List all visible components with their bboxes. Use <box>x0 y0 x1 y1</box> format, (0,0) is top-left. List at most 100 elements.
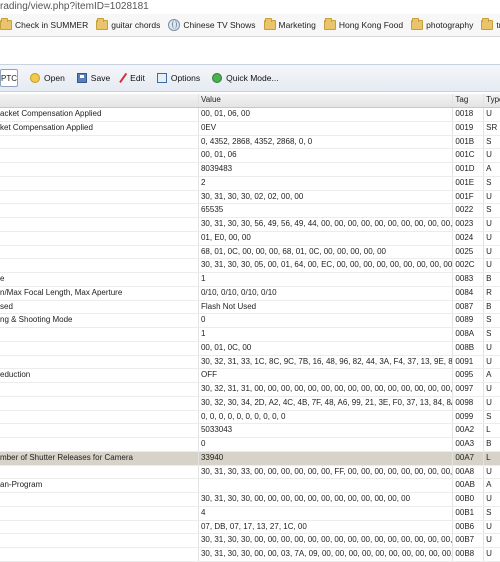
table-row[interactable]: n/Max Focal Length, Max Aperture 0/10, 0/… <box>0 286 500 301</box>
table-row[interactable]: 00, 01, 06 001C U <box>0 149 500 163</box>
cell-type: R <box>486 287 492 297</box>
table-row[interactable]: 30, 31, 30, 33, 00, 00, 00, 00, 00, 00, … <box>0 465 500 480</box>
header-type[interactable]: Type <box>484 94 500 107</box>
cell-value: OFF <box>199 369 454 382</box>
table-row[interactable]: ket Compensation Applied 0EV 0019 SR <box>0 121 500 136</box>
cell-value: 1 <box>199 273 454 286</box>
table-row[interactable]: 01, E0, 00, 00 0024 U <box>0 231 500 246</box>
cell-value: 0EV <box>199 121 454 135</box>
table-row[interactable]: 0, 0, 0, 0, 0, 0, 0, 0, 0, 0 0099 S <box>0 410 500 425</box>
cell-tag: 00B8 <box>453 548 485 561</box>
cell-tag: 0019 <box>453 121 485 135</box>
folder-icon <box>0 18 12 30</box>
address-bar[interactable]: rading/view.php?itemID=1028181 <box>0 0 500 14</box>
folder-icon <box>263 18 276 30</box>
cell-value <box>199 479 454 492</box>
table-row[interactable]: 30, 31, 30, 30, 00, 00, 00, 00, 00, 00, … <box>0 534 500 548</box>
bookmark-label: Hong Kong Food <box>338 20 404 30</box>
table-row[interactable]: 30, 32, 30, 34, 2D, A2, 4C, 4B, 7F, 48, … <box>0 396 500 411</box>
table-row[interactable]: 30, 31, 30, 30, 00, 00, 03, 7A, 09, 00, … <box>0 548 500 562</box>
cell-name <box>0 548 199 561</box>
cell-type: B <box>486 301 492 311</box>
cell-tag: 0095 <box>453 369 485 382</box>
table-row[interactable]: 65535 0022 S <box>0 204 500 218</box>
cell-type: S <box>486 329 492 338</box>
cell-type: U <box>486 356 492 366</box>
table-row[interactable]: 5033043 00A2 L <box>0 424 500 438</box>
quick-mode-button[interactable]: Quick Mode... <box>212 73 279 83</box>
cell-value: 0/10, 0/10, 0/10, 0/10 <box>199 286 454 300</box>
table-row[interactable]: mber of Shutter Releases for Camera 33940… <box>0 451 500 466</box>
table-row[interactable]: 68, 01, 0C, 00, 00, 00, 68, 01, 0C, 00, … <box>0 245 500 260</box>
bookmark-item[interactable]: guitar chords <box>96 18 160 30</box>
bookmark-item[interactable]: photography <box>411 18 474 30</box>
bookmark-label: Check in SUMMER <box>15 20 89 30</box>
table-row[interactable]: sed Flash Not Used 0087 B <box>0 300 500 315</box>
cell-type: A <box>486 480 492 490</box>
bookmark-item[interactable]: travel <box>481 18 500 30</box>
cell-value: 30, 32, 31, 31, 00, 00, 00, 00, 00, 00, … <box>199 383 454 396</box>
table-row[interactable]: 07, DB, 07, 17, 13, 27, 1C, 00 00B6 U <box>0 520 500 535</box>
bookmark-label: photography <box>426 20 474 30</box>
cell-type: U <box>486 521 492 531</box>
table-row[interactable]: 4 00B1 S <box>0 506 500 521</box>
table-row[interactable]: 30, 31, 30, 30, 02, 02, 00, 00 001F U <box>0 190 500 205</box>
cell-tag: 00A2 <box>453 424 485 437</box>
table-row[interactable]: 00, 01, 0C, 00 008B U <box>0 341 500 356</box>
cell-name: an-Program <box>0 479 199 492</box>
options-button[interactable]: Options <box>156 73 200 83</box>
cell-type: L <box>486 425 491 435</box>
cell-tag: 002C <box>453 259 485 272</box>
url-text[interactable]: rading/view.php?itemID=1028181 <box>0 1 149 12</box>
bookmark-item[interactable]: Hong Kong Food <box>323 18 404 30</box>
cell-type: B <box>486 439 492 448</box>
save-button[interactable]: Save <box>76 73 110 83</box>
cell-type: U <box>486 535 492 545</box>
table-row[interactable]: 0, 4352, 2868, 4352, 2868, 0, 0 001B S <box>0 135 500 150</box>
cell-name <box>0 259 199 272</box>
cell-name <box>0 163 199 176</box>
table-row[interactable]: 2 001E S <box>0 176 500 191</box>
table-row[interactable]: 1 008A S <box>0 328 500 342</box>
bookmark-item[interactable]: Chinese TV Shows <box>168 19 256 31</box>
cell-name <box>0 424 199 437</box>
cell-tag: 0025 <box>453 245 485 259</box>
cell-name <box>0 231 199 245</box>
exif-table: Value Tag Type acket Compensation Applie… <box>0 94 500 562</box>
table-row[interactable]: e 1 0083 B <box>0 273 500 287</box>
bookmark-item[interactable]: Check in SUMMER <box>0 18 89 30</box>
cell-type: U <box>486 191 492 201</box>
header-name[interactable] <box>0 94 199 107</box>
header-tag[interactable]: Tag <box>453 94 485 107</box>
table-row[interactable]: acket Compensation Applied 00, 01, 06, 00… <box>0 108 500 122</box>
cell-tag: 0099 <box>453 410 485 424</box>
table-row[interactable]: 30, 31, 30, 30, 05, 00, 01, 64, 00, EC, … <box>0 259 500 273</box>
cell-tag: 0087 <box>453 300 485 314</box>
table-row[interactable]: an-Program 00AB A <box>0 479 500 493</box>
cell-name <box>0 341 199 355</box>
cell-name <box>0 493 199 506</box>
table-row[interactable]: 0 00A3 B <box>0 438 500 452</box>
table-row[interactable]: 30, 32, 31, 33, 1C, 8C, 9C, 7B, 16, 48, … <box>0 355 500 370</box>
cell-value: 30, 31, 30, 30, 56, 49, 56, 49, 44, 00, … <box>199 218 454 231</box>
header-value[interactable]: Value <box>199 94 454 107</box>
edit-button[interactable]: Edit <box>119 72 145 84</box>
bookmark-item[interactable]: Marketing <box>263 18 316 30</box>
cell-name <box>0 135 199 149</box>
table-row[interactable]: 8039483 001D A <box>0 163 500 177</box>
cell-tag: 0098 <box>453 396 485 410</box>
cell-name <box>0 218 199 231</box>
table-row[interactable]: ng & Shooting Mode 0 0089 S <box>0 314 500 328</box>
cell-value: 1 <box>199 328 454 341</box>
table-row[interactable]: 30, 32, 31, 31, 00, 00, 00, 00, 00, 00, … <box>0 383 500 397</box>
cell-name: ket Compensation Applied <box>0 121 199 135</box>
quick-mode-icon <box>212 73 223 83</box>
open-button[interactable]: Open <box>30 73 65 83</box>
table-row[interactable]: 30, 31, 30, 30, 56, 49, 56, 49, 44, 00, … <box>0 218 500 232</box>
cell-tag: 0083 <box>453 273 485 286</box>
cell-tag: 001C <box>453 149 485 162</box>
table-row[interactable]: eduction OFF 0095 A <box>0 369 500 383</box>
iptc-button[interactable]: PTC <box>0 69 18 87</box>
folder-icon <box>481 18 494 30</box>
folder-icon <box>411 18 424 30</box>
